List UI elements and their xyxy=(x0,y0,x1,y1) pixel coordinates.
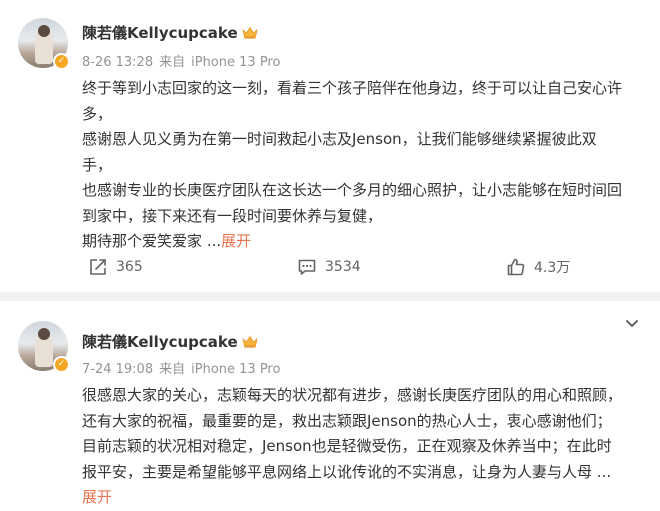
post-date[interactable]: 7-24 19:08 xyxy=(82,362,153,377)
post-line-last: 报平安，主要是希望能够平息网络上以讹传讹的不实消息，让身为人妻与人母 ... xyxy=(82,460,648,486)
post-line: 多， xyxy=(82,104,113,123)
post-text: 终于等到小志回家的这一刻，看着三个孩子陪伴在他身边，终于可以让自己安心许 多， … xyxy=(82,76,648,255)
author-name[interactable]: 陳若儀Kellycupcake xyxy=(82,331,258,352)
like-button[interactable]: 4.3万 xyxy=(506,257,570,277)
thumbs-up-icon xyxy=(507,258,525,276)
source-prefix: 来自 xyxy=(159,362,186,377)
chevron-down-icon[interactable] xyxy=(624,318,640,330)
verified-badge-icon: ✓ xyxy=(53,356,70,373)
share-count: 365 xyxy=(116,259,143,275)
crown-icon xyxy=(242,26,258,39)
post-meta: 8-26 13:28 来自 iPhone 13 Pro xyxy=(82,51,286,70)
like-count: 4.3万 xyxy=(534,260,571,276)
post-date[interactable]: 8-26 13:28 xyxy=(82,55,153,70)
share-button[interactable]: 365 xyxy=(88,257,143,277)
post-line: 很感恩大家的关心，志颖每天的状况都有进步，感谢长庚医疗团队的用心和照顾， xyxy=(82,386,623,404)
source-prefix: 来自 xyxy=(159,55,186,70)
crown-icon xyxy=(242,335,258,348)
author-name[interactable]: 陳若儀Kellycupcake xyxy=(82,22,258,43)
comment-icon xyxy=(298,259,316,275)
author-name-text: 陳若儀Kellycupcake xyxy=(82,333,238,351)
comment-button[interactable]: 3534 xyxy=(297,257,361,277)
source-device: iPhone 13 Pro xyxy=(191,362,281,377)
post-line: 感谢恩人见义勇为在第一时间救起小志及Jenson，让我们能够继续紧握彼此双 xyxy=(82,130,597,148)
avatar-head xyxy=(38,328,50,340)
comment-count: 3534 xyxy=(325,259,361,275)
ellipsis: ... xyxy=(206,232,222,250)
post-line: 终于等到小志回家的这一刻，看着三个孩子陪伴在他身边，终于可以让自己安心许 xyxy=(82,79,623,97)
post-line-last: 期待那个爱笑爱家 ...展开 xyxy=(82,229,648,255)
share-icon xyxy=(90,259,106,275)
post-line: 手， xyxy=(82,155,113,174)
post-meta: 7-24 19:08 来自 iPhone 13 Pro xyxy=(82,358,286,377)
post-text: 很感恩大家的关心，志颖每天的状况都有进步，感谢长庚医疗团队的用心和照顾， 还有大… xyxy=(82,383,648,511)
author-name-text: 陳若儀Kellycupcake xyxy=(82,24,238,42)
ellipsis: ... xyxy=(596,462,612,481)
avatar-head xyxy=(38,25,50,37)
post-line: 目前志颖的状况相对稳定，Jenson也是轻微受伤，正在观察及休养当中；在此时 xyxy=(82,437,612,455)
post-line: 也感谢专业的长庚医疗团队在这长达一个多月的细心照护，让小志能够在短时间回 xyxy=(82,181,623,199)
post-line: 到家中，接下来还有一段时间要休养与复健， xyxy=(82,206,383,225)
weibo-post-card: ✓ 陳若儀Kellycupcake 7-24 19:08 来自 iPhone 13 … xyxy=(0,301,660,511)
source-device: iPhone 13 Pro xyxy=(191,55,281,70)
post-line: 还有大家的祝福，最重要的是，救出志颖跟Jenson的热心人士，衷心感谢他们； xyxy=(82,411,612,430)
post-actions: 365 3534 4.3万 xyxy=(0,257,660,283)
expand-link[interactable]: 展开 xyxy=(221,232,251,250)
expand-line: 展开 xyxy=(82,485,648,511)
expand-link[interactable]: 展开 xyxy=(82,488,112,506)
post-line-text: 报平安，主要是希望能够平息网络上以讹传讹的不实消息，让身为人妻与人母 xyxy=(82,462,593,481)
post-line-text: 期待那个爱笑爱家 xyxy=(82,232,203,250)
weibo-post-card: ✓ 陳若儀Kellycupcake 8-26 13:28 来自 iPhone 13 … xyxy=(0,0,660,292)
verified-badge-icon: ✓ xyxy=(53,53,70,70)
